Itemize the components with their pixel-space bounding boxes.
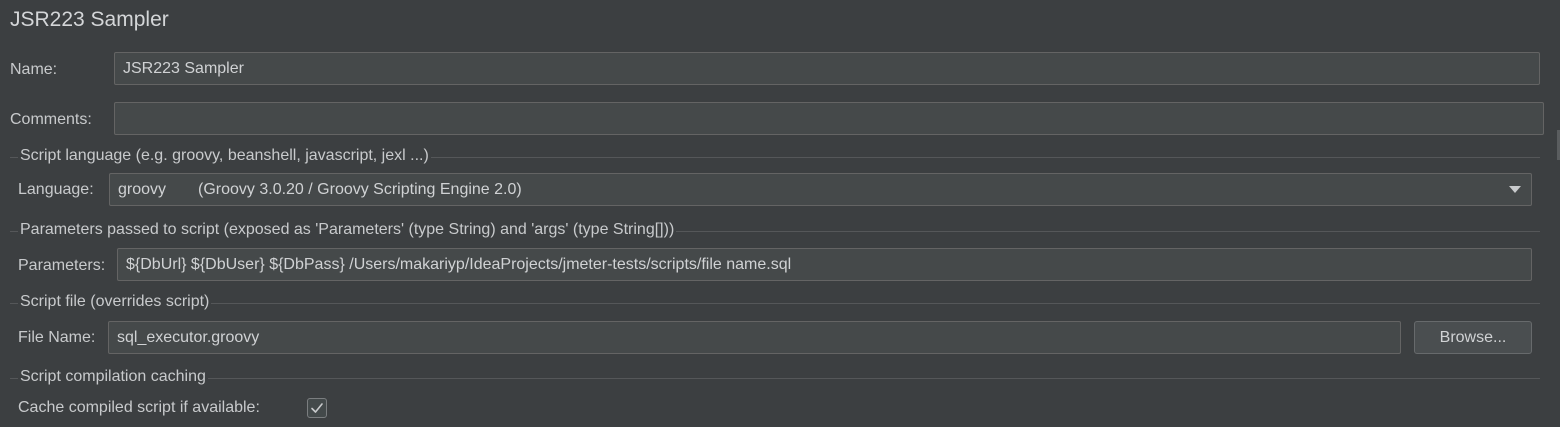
checkmark-icon	[311, 403, 323, 413]
caching-section-title: Script compilation caching	[20, 368, 206, 385]
language-select[interactable]: groovy (Groovy 3.0.20 / Groovy Scripting…	[109, 173, 1532, 206]
script-language-section: Script language (e.g. groovy, beanshell,…	[10, 146, 1540, 166]
caching-section: Script compilation caching	[10, 367, 1540, 387]
file-name-label: File Name:	[18, 329, 96, 346]
chevron-down-icon[interactable]	[1509, 186, 1521, 193]
parameters-label: Parameters:	[18, 257, 106, 274]
cache-compiled-checkbox[interactable]	[307, 398, 327, 418]
file-name-input[interactable]: sql_executor.groovy	[108, 321, 1401, 354]
script-language-section-title: Script language (e.g. groovy, beanshell,…	[20, 147, 429, 164]
parameters-section: Parameters passed to script (exposed as …	[10, 220, 1540, 240]
jsr223-sampler-panel: JSR223 Sampler Name: JSR223 Sampler Comm…	[0, 0, 1560, 427]
name-label: Name:	[10, 61, 58, 78]
comments-label: Comments:	[10, 111, 92, 128]
parameters-section-title: Parameters passed to script (exposed as …	[20, 221, 675, 238]
script-file-section-title: Script file (overrides script)	[20, 293, 210, 310]
language-label: Language:	[18, 181, 94, 198]
script-file-section: Script file (overrides script)	[10, 292, 1540, 312]
language-value: groovy	[118, 181, 167, 198]
name-input[interactable]: JSR223 Sampler	[114, 52, 1540, 85]
cache-compiled-label: Cache compiled script if available:	[18, 399, 260, 416]
browse-button[interactable]: Browse...	[1414, 321, 1532, 354]
comments-input[interactable]	[114, 102, 1544, 135]
panel-title: JSR223 Sampler	[10, 8, 169, 31]
language-description: (Groovy 3.0.20 / Groovy Scripting Engine…	[198, 181, 522, 198]
parameters-input[interactable]: ${DbUrl} ${DbUser} ${DbPass} /Users/maka…	[117, 248, 1532, 281]
